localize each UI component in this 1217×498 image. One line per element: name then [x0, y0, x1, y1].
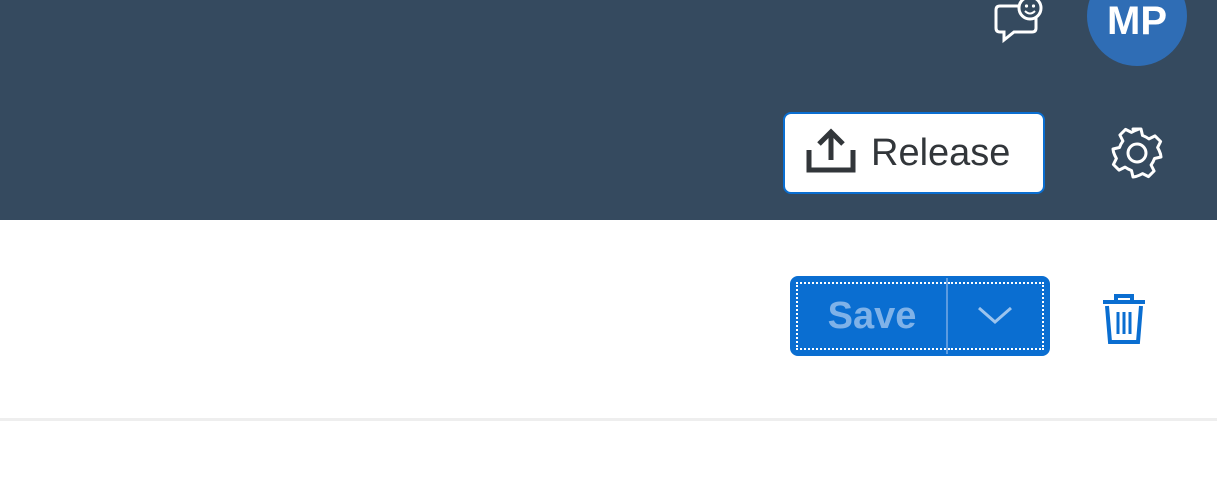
settings-button[interactable]	[1104, 122, 1170, 188]
save-menu-button[interactable]	[948, 282, 1044, 350]
avatar-initials: MP	[1107, 0, 1167, 43]
chevron-down-icon	[975, 302, 1015, 331]
save-label: Save	[827, 294, 917, 337]
release-label: Release	[871, 131, 1011, 174]
save-split-button: Save	[790, 276, 1050, 356]
shell-header: MP Release	[0, 0, 1217, 220]
upload-icon	[805, 127, 857, 179]
gear-icon	[1109, 125, 1165, 186]
save-button[interactable]: Save	[796, 282, 946, 350]
section-divider	[0, 418, 1217, 421]
avatar[interactable]: MP	[1087, 0, 1187, 66]
release-button[interactable]: Release	[783, 112, 1045, 194]
feedback-button[interactable]	[988, 0, 1050, 46]
trash-icon	[1101, 292, 1147, 351]
delete-button[interactable]	[1094, 290, 1154, 352]
feedback-icon	[992, 0, 1046, 49]
